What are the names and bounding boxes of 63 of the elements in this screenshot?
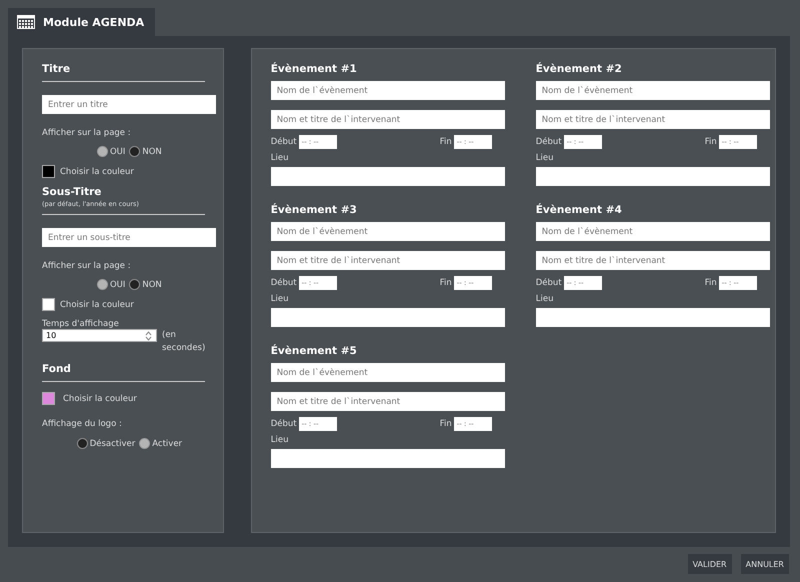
radio-option[interactable]: NON (129, 279, 162, 290)
display-label: Afficher sur la page : (42, 128, 132, 138)
place-field[interactable] (536, 308, 770, 327)
module-tab[interactable]: Module AGENDA (8, 8, 155, 36)
speaker-field[interactable]: Nom et titre de l`intervenant (270, 110, 505, 129)
place-label: Lieu (270, 153, 290, 163)
duration-label: Temps d'affichage (42, 319, 120, 329)
place-label: Lieu (536, 294, 554, 304)
radio-option[interactable]: Désactiver (76, 438, 136, 449)
speaker-field[interactable]: Nom et titre de l`intervenant (536, 251, 770, 270)
end-label: Fin (440, 419, 452, 429)
calendar-icon (17, 15, 35, 29)
section-heading: Titre (42, 63, 72, 75)
subtitle-field[interactable]: Entrer un sous-titre (42, 228, 216, 247)
place-field[interactable] (270, 308, 505, 327)
speaker-field[interactable]: Nom et titre de l`intervenant (270, 392, 505, 411)
color-label: Choisir la couleur (60, 166, 134, 176)
start-label: Début (270, 137, 297, 147)
end-label: Fin (704, 137, 717, 147)
section-heading: Sous-Titre (42, 186, 102, 198)
event-name-field[interactable]: Nom de l`évènement (536, 81, 770, 100)
radio-option[interactable]: OUI (96, 279, 126, 290)
place-field[interactable] (536, 167, 770, 186)
end-label: Fin (440, 137, 452, 147)
end-label: Fin (704, 278, 717, 288)
place-field[interactable] (270, 167, 505, 186)
title-field[interactable]: Entrer un titre (42, 95, 216, 114)
place-field[interactable] (270, 449, 505, 468)
event-heading: Évènement #3 (270, 204, 358, 216)
radio-option[interactable]: OUI (96, 146, 126, 157)
start-label: Début (536, 137, 562, 147)
display-label: Afficher sur la page : (42, 261, 132, 271)
event-name-field[interactable]: Nom de l`évènement (270, 81, 505, 100)
speaker-field[interactable]: Nom et titre de l`intervenant (270, 251, 505, 270)
color-label: Choisir la couleur (60, 300, 134, 310)
start-label: Début (270, 278, 297, 288)
radio-option[interactable]: NON (129, 146, 162, 157)
color-swatch[interactable] (42, 298, 55, 311)
spinner-icon (144, 330, 153, 342)
event-name-field[interactable]: Nom de l`évènement (270, 222, 505, 241)
place-label: Lieu (270, 294, 290, 304)
event-heading: Évènement #2 (536, 63, 623, 75)
unit-text: (en secondes) (162, 329, 206, 355)
place-label: Lieu (536, 153, 554, 163)
action-button[interactable]: VALIDER (688, 554, 732, 574)
start-label: Début (270, 419, 297, 429)
speaker-field[interactable]: Nom et titre de l`intervenant (536, 110, 770, 129)
end-label: Fin (440, 278, 452, 288)
event-heading: Évènement #5 (270, 345, 358, 357)
duration-field[interactable]: 10 (42, 329, 157, 342)
place-label: Lieu (270, 435, 290, 445)
event-name-field[interactable]: Nom de l`évènement (536, 222, 770, 241)
action-button[interactable]: ANNULER (740, 554, 789, 574)
color-swatch[interactable] (42, 165, 55, 178)
event-heading: Évènement #4 (536, 204, 623, 216)
section-heading: Fond (42, 363, 72, 375)
color-label: Choisir la couleur (63, 394, 137, 404)
logo-label: Affichage du logo : (42, 419, 123, 429)
radio-option[interactable]: Activer (139, 438, 182, 449)
color-swatch[interactable] (42, 392, 55, 405)
event-name-field[interactable]: Nom de l`évènement (270, 363, 505, 382)
start-label: Début (536, 278, 562, 288)
event-heading: Évènement #1 (270, 63, 358, 75)
